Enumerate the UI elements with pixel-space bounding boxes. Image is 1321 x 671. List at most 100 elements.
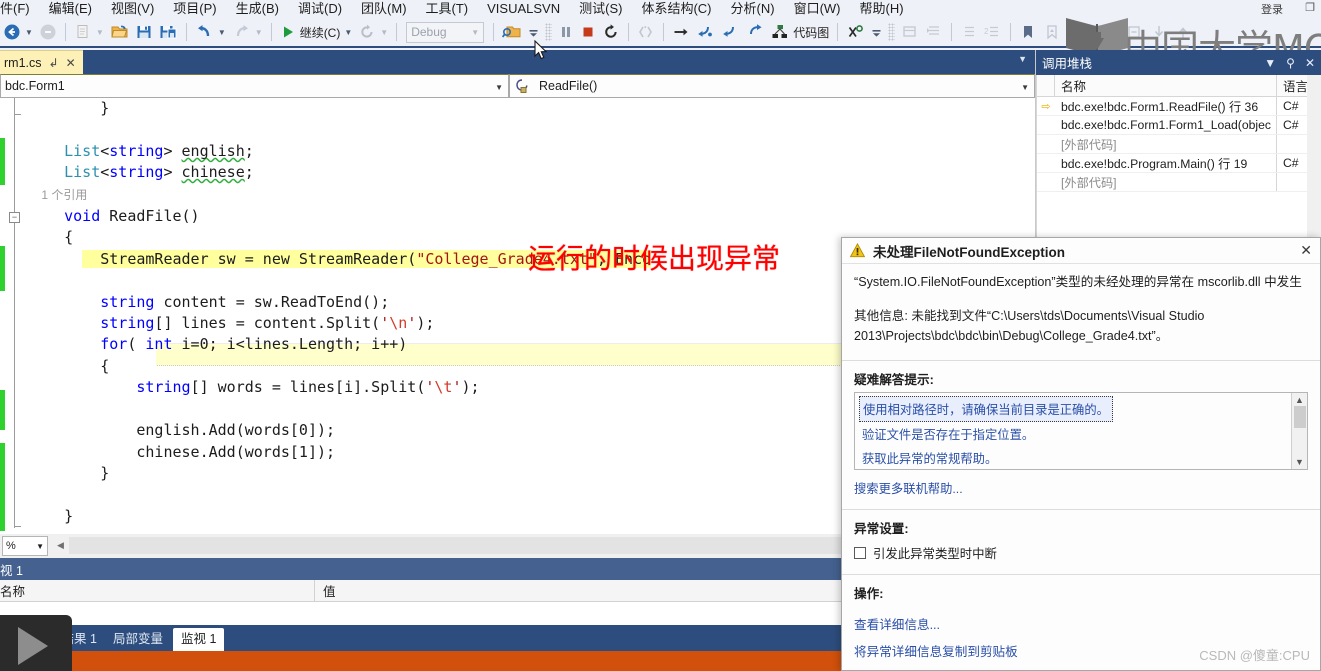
search-more-help-link[interactable]: 搜索更多联机帮助... (842, 470, 1320, 497)
code-map-button[interactable]: 代码图 (769, 18, 831, 46)
menu-item-help[interactable]: 帮助(H) (860, 0, 917, 18)
close-icon[interactable]: ✕ (66, 56, 76, 70)
member-combo[interactable]: ReadFile() ▼ (509, 74, 1035, 98)
collapse-all-button (1148, 18, 1170, 46)
toolbar-separator (951, 23, 953, 41)
save-all-button[interactable] (157, 18, 180, 46)
step-into-button[interactable] (694, 18, 717, 46)
menu-item-file[interactable]: 件(F) (0, 0, 43, 18)
tips-scrollbar[interactable]: ▲ ▼ (1291, 393, 1307, 469)
continue-button[interactable]: 继续(C) (278, 18, 343, 46)
troubleshooting-title: 疑难解答提示: (854, 373, 934, 387)
outlining-rail (14, 98, 15, 528)
call-stack-row[interactable]: [外部代码] (1037, 173, 1321, 192)
svg-text:2: 2 (984, 27, 989, 36)
tip-link-relative-path[interactable]: 使用相对路径时，请确保当前目录是正确的。 (859, 396, 1113, 422)
undo-button[interactable] (193, 18, 216, 46)
troubleshooting-tips-box[interactable]: 使用相对路径时，请确保当前目录是正确的。 验证文件是否存在于指定位置。 获取此异… (854, 392, 1308, 470)
source-code[interactable]: } List<string> english; List<string> chi… (28, 98, 652, 527)
call-stack-grid[interactable]: 名称 语言 ⇨ bdc.exe!bdc.Form1.ReadFile() 行 3… (1036, 75, 1321, 238)
toolbar-gripper[interactable] (888, 23, 896, 41)
break-on-exception-label: 引发此异常类型时中断 (873, 547, 997, 561)
menu-item-view[interactable]: 视图(V) (111, 0, 167, 18)
step-out-button[interactable] (719, 18, 742, 46)
previous-bookmark-button (1041, 18, 1063, 46)
menu-item-debug[interactable]: 调试(D) (298, 0, 355, 18)
tabstrip-chevron-down-icon[interactable]: ▼ (1018, 54, 1027, 64)
undo-chevron-down-icon[interactable]: ▼ (218, 28, 226, 37)
toolbar-separator (663, 23, 665, 41)
class-combo[interactable]: bdc.Form1 ▼ (0, 74, 509, 98)
step-return-button[interactable] (744, 18, 767, 46)
exception-message: “System.IO.FileNotFoundException”类型的未经处理… (842, 264, 1320, 346)
nav-back-chevron-down-icon[interactable]: ▼ (25, 28, 33, 37)
navigate-backward-button[interactable] (1, 18, 23, 46)
call-stack-row[interactable]: ⇨ bdc.exe!bdc.Form1.ReadFile() 行 36 C# (1037, 97, 1321, 116)
call-stack-row[interactable]: bdc.exe!bdc.Form1.Form1_Load(objec C# (1037, 116, 1321, 135)
call-stack-row[interactable]: [外部代码] (1037, 135, 1321, 154)
call-stack-row[interactable]: bdc.exe!bdc.Program.Main() 行 19 C# (1037, 154, 1321, 173)
menu-item-window[interactable]: 窗口(W) (794, 0, 854, 18)
menu-item-team[interactable]: 团队(M) (361, 0, 420, 18)
toolbar-separator (493, 23, 495, 41)
watch-col-name: 名称 (0, 579, 315, 602)
zoom-level-combo[interactable]: % ▼ (2, 536, 48, 556)
play-icon[interactable] (18, 627, 48, 665)
menu-item-project[interactable]: 项目(P) (173, 0, 229, 18)
comment-selection-button[interactable] (844, 18, 867, 46)
continue-chevron-down-icon[interactable]: ▼ (344, 28, 352, 37)
collapse-region-button[interactable]: − (9, 212, 20, 223)
stop-debugging-button[interactable] (578, 18, 598, 46)
scrollbar-thumb[interactable] (1293, 406, 1306, 428)
login-button[interactable]: 登录 (1261, 1, 1283, 17)
video-play-overlay[interactable] (0, 615, 72, 671)
call-stack-scrollbar[interactable] (1307, 75, 1321, 238)
comment-overflow-button[interactable] (869, 18, 884, 46)
window-restore-icon[interactable]: ❐ (1305, 1, 1315, 14)
menu-item-test[interactable]: 测试(S) (579, 0, 635, 18)
exception-title: 未处理FileNotFoundException (873, 244, 1065, 260)
new-project-chevron-down-icon[interactable]: ▼ (96, 28, 104, 37)
toolbar-separator (837, 23, 839, 41)
close-icon[interactable]: ✕ (1300, 242, 1312, 259)
open-file-button[interactable] (108, 18, 131, 46)
watch-col-value: 值 (323, 585, 336, 599)
scroll-left-arrow-icon[interactable]: ◀ (52, 537, 69, 554)
tab-watch-1[interactable]: 监视 1 (172, 628, 225, 651)
scroll-up-arrow-icon[interactable]: ▲ (1295, 395, 1304, 405)
class-combo-value: bdc.Form1 (5, 79, 65, 93)
call-stack-panel: 调用堆栈 ▼ ⚲ ✕ 名称 语言 ⇨ bdc.exe!bdc.Form1.Rea… (1035, 50, 1321, 238)
menu-item-tools[interactable]: 工具(T) (426, 0, 482, 18)
restart-debugging-button[interactable] (600, 18, 622, 46)
menu-item-analyze[interactable]: 分析(N) (731, 0, 788, 18)
chevron-down-icon[interactable]: ▼ (1264, 56, 1276, 70)
tab-form1-cs[interactable]: rm1.cs ↲ ✕ (0, 50, 83, 74)
tip-link-verify-file[interactable]: 验证文件是否存在于指定位置。 (859, 422, 1287, 446)
find-in-files-button[interactable] (500, 18, 524, 46)
toolbar-separator (64, 23, 66, 41)
redo-chevron-down-icon[interactable]: ▼ (255, 28, 263, 37)
toolbar-gripper[interactable] (545, 23, 553, 41)
tab-locals[interactable]: 局部变量 (105, 628, 171, 651)
watermark: CSDN @傻童:CPU (1199, 648, 1310, 663)
increase-indent-button: 2 (982, 18, 1004, 46)
menu-item-visualsvn[interactable]: VISUALSVN (487, 0, 573, 18)
solution-config-combo[interactable]: Debug ▼ (406, 21, 485, 43)
tip-link-general-help[interactable]: 获取此异常的常规帮助。 (859, 446, 1287, 470)
save-button[interactable] (133, 18, 155, 46)
pause-button[interactable] (556, 18, 576, 46)
menu-item-architecture[interactable]: 体系结构(C) (641, 0, 724, 18)
menu-item-build[interactable]: 生成(B) (236, 0, 292, 18)
close-icon[interactable]: ✕ (1305, 56, 1315, 70)
scroll-down-arrow-icon[interactable]: ▼ (1295, 457, 1304, 467)
break-on-exception-checkbox[interactable] (854, 547, 866, 559)
code-map-label: 代码图 (793, 25, 830, 40)
frame-name: bdc.exe!bdc.Form1.Form1_Load(objec (1055, 116, 1277, 134)
pin-icon[interactable]: ⚲ (1286, 56, 1295, 70)
view-detail-link[interactable]: 查看详细信息... (842, 606, 1320, 633)
pin-icon[interactable]: ↲ (49, 56, 59, 70)
restart-chevron-down-icon[interactable]: ▼ (380, 28, 388, 37)
menu-item-edit[interactable]: 编辑(E) (49, 0, 105, 18)
break-on-exception-row[interactable]: 引发此异常类型时中断 (842, 541, 1320, 562)
step-over-button[interactable] (670, 18, 692, 46)
